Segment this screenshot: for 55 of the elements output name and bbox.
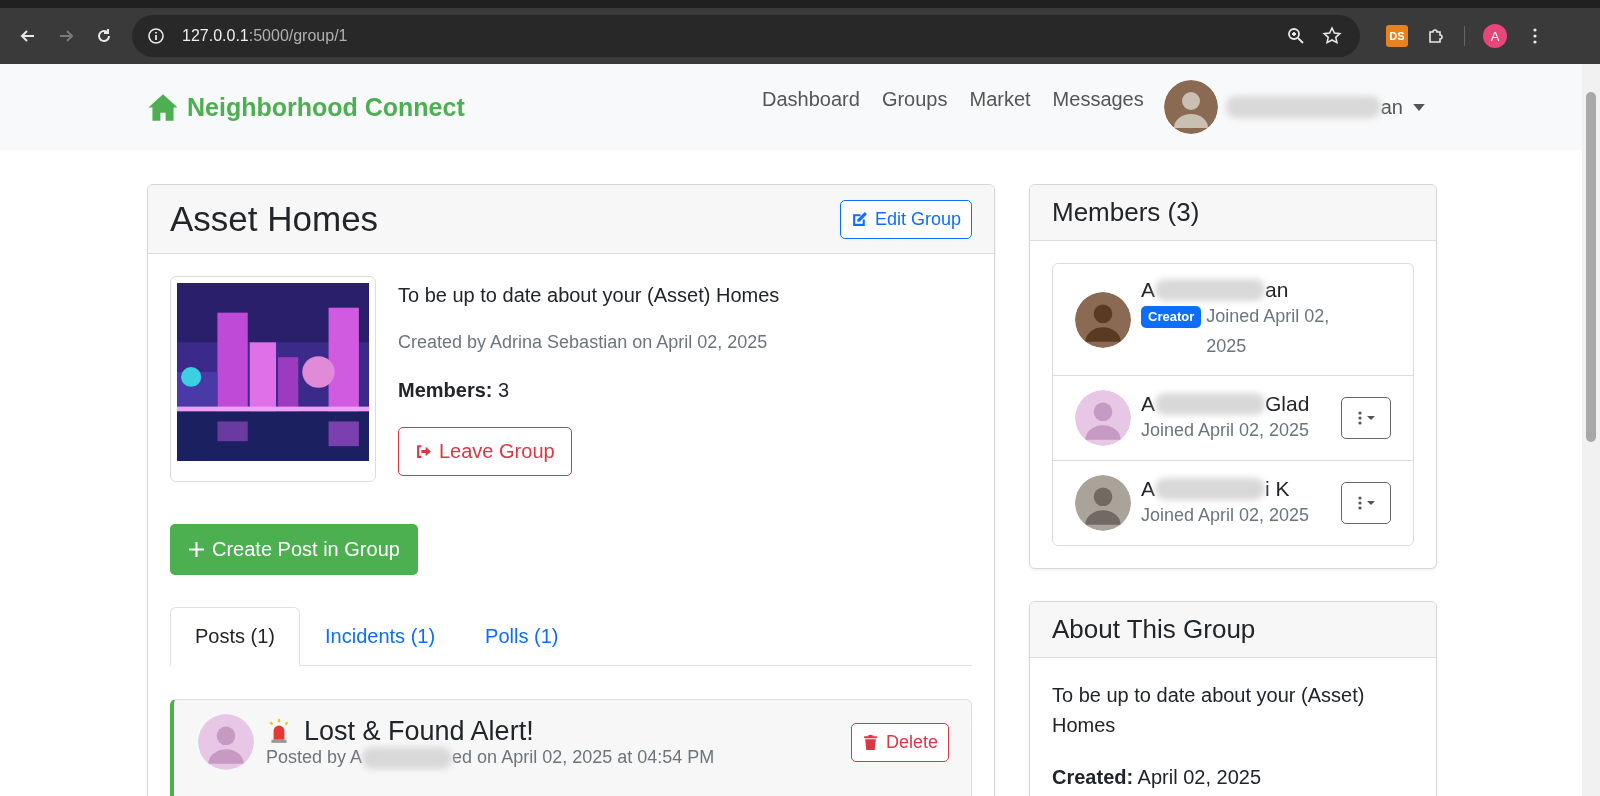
edit-icon xyxy=(850,210,868,228)
member-name: A xyxy=(1141,391,1155,416)
member-name: an xyxy=(1265,278,1289,302)
house-icon xyxy=(147,92,179,122)
members-count: Members: 3 xyxy=(398,378,511,403)
create-post-button[interactable]: Create Post in Group xyxy=(170,524,418,575)
member-menu-button[interactable] xyxy=(1341,397,1391,440)
nav-link[interactable]: Messages xyxy=(1052,87,1144,111)
member-name: A xyxy=(1141,278,1155,302)
panel-title: About This Group xyxy=(1052,614,1256,646)
edit-group-button[interactable]: Edit Group xyxy=(839,199,972,239)
avatar xyxy=(1075,475,1131,532)
sign-out-icon xyxy=(415,443,432,460)
created-by-text: Created by Adrina Sebastian on April 02, 2025 xyxy=(398,332,769,353)
caret-icon[interactable] xyxy=(1413,103,1425,111)
leave-group-button[interactable]: Leave Group xyxy=(398,427,572,476)
tab[interactable]: Polls (1) xyxy=(460,607,584,666)
member-menu-button[interactable] xyxy=(1341,482,1391,525)
tab[interactable]: Incidents (1) xyxy=(300,607,461,666)
star-icon[interactable] xyxy=(1322,26,1342,46)
zoom-icon[interactable] xyxy=(1286,26,1306,46)
group-description: To be up to date about your (Asset) Homes xyxy=(398,283,780,308)
info-icon xyxy=(146,26,166,46)
group-title: Asset Homes xyxy=(170,199,379,239)
extension-button[interactable]: DS xyxy=(1386,25,1408,47)
scrollbar-thumb[interactable] xyxy=(1586,92,1596,442)
puzzle-icon[interactable] xyxy=(1426,26,1446,46)
about-description: To be up to date about your (Asset) Homes xyxy=(1052,683,1366,739)
user-menu[interactable]: an xyxy=(1380,95,1403,119)
avatar xyxy=(1075,390,1131,447)
profile-button[interactable]: A xyxy=(1483,24,1507,48)
avatar xyxy=(198,714,254,770)
panel-title: Members (3) xyxy=(1052,197,1200,228)
post-meta-text: ed on April 02, 2025 at 04:54 PM xyxy=(452,747,715,768)
joined-date: Joined April 02, 2025 xyxy=(1141,503,1310,527)
member-name: Glad xyxy=(1265,391,1310,416)
avatar[interactable] xyxy=(1163,80,1218,134)
delete-button[interactable]: Delete xyxy=(850,722,949,762)
nav-link[interactable]: Dashboard xyxy=(762,87,860,111)
post-meta-text: Posted by A xyxy=(266,747,363,768)
tab[interactable]: Posts (1) xyxy=(170,607,301,666)
creator-badge: Creator xyxy=(1141,306,1202,328)
trash-icon xyxy=(861,733,879,751)
nav-link[interactable]: Market xyxy=(969,87,1031,111)
joined-date: Joined April 02, 2025 xyxy=(1141,418,1310,442)
plus-icon xyxy=(188,541,205,558)
created-date: Created: April 02, 2025 xyxy=(1052,765,1262,791)
nav-link[interactable]: Groups xyxy=(881,87,948,111)
address-bar[interactable]: 127.0.0.1:5000/group/1 xyxy=(132,15,1360,57)
avatar xyxy=(1075,291,1131,348)
member-name: i K xyxy=(1265,476,1290,501)
member-name: A xyxy=(1141,476,1155,501)
brand-link[interactable]: Neighborhood Connect xyxy=(147,92,465,122)
joined-date: Joined April 02, 2025 xyxy=(1206,305,1331,358)
post-title: Lost & Found Alert! xyxy=(304,715,534,747)
